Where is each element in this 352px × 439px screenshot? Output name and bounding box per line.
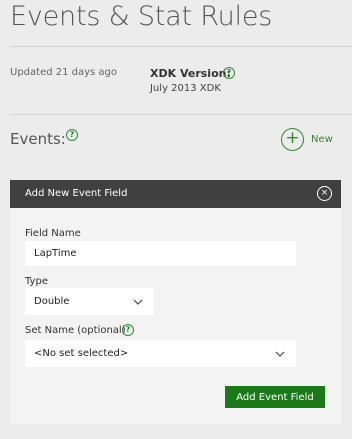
- close-button[interactable]: ×: [317, 186, 332, 201]
- add-event-field-panel: Add New Event Field × Field Name LapTime…: [10, 180, 341, 424]
- type-value: Double: [34, 296, 70, 307]
- add-event-field-button[interactable]: Add Event Field: [225, 386, 325, 408]
- field-name-value: LapTime: [34, 248, 77, 259]
- section-divider: [10, 114, 352, 115]
- field-name-input[interactable]: LapTime: [25, 241, 296, 266]
- add-circle-icon: +: [281, 128, 304, 151]
- field-name-label: Field Name: [25, 228, 81, 239]
- events-label: Events:: [10, 130, 66, 148]
- help-icon[interactable]: ?: [122, 324, 134, 336]
- help-icon[interactable]: ?: [66, 129, 78, 141]
- xdk-version-label: XDK Version:: [150, 67, 231, 80]
- new-label: New: [311, 134, 333, 145]
- type-select[interactable]: Double: [25, 288, 154, 315]
- new-event-button[interactable]: + New: [281, 128, 333, 151]
- set-name-select[interactable]: <No set selected>: [25, 340, 296, 367]
- set-name-value: <No set selected>: [34, 348, 129, 359]
- xdk-version-value: July 2013 XDK: [150, 83, 221, 94]
- updated-text: Updated 21 days ago: [10, 67, 118, 78]
- page-title: Events & Stat Rules: [10, 1, 273, 32]
- chevron-down-icon: [275, 351, 285, 357]
- panel-header: Add New Event Field ×: [10, 180, 341, 208]
- chevron-down-icon: [133, 299, 143, 305]
- help-icon[interactable]: ?: [223, 67, 235, 79]
- type-label: Type: [25, 276, 48, 287]
- panel-title: Add New Event Field: [25, 188, 128, 199]
- title-divider: [10, 46, 352, 47]
- set-name-label: Set Name (optional): [25, 325, 126, 336]
